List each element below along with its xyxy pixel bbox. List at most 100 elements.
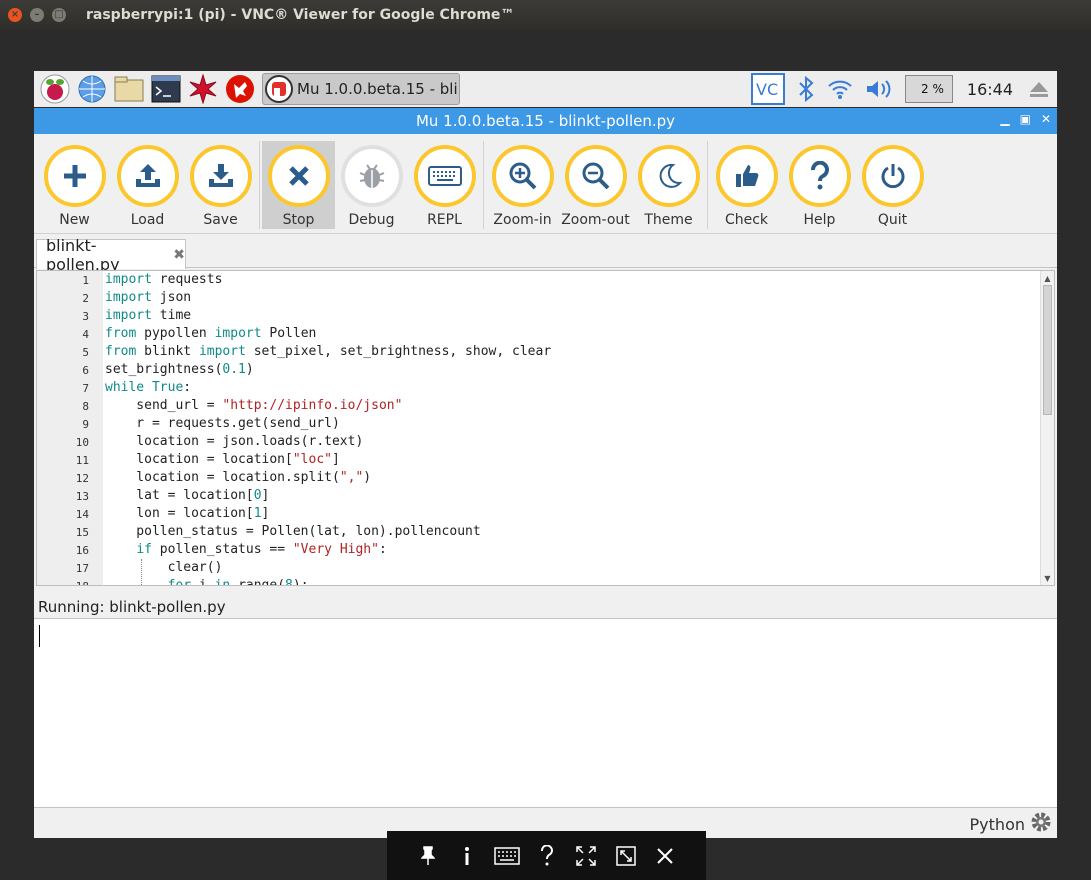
- theme-button[interactable]: Theme: [632, 141, 705, 229]
- check-label: Check: [724, 212, 769, 228]
- wifi-icon[interactable]: [827, 78, 853, 100]
- pane-splitter[interactable]: [34, 588, 1057, 594]
- info-icon[interactable]: [452, 846, 482, 866]
- mu-editor-window: Mu 1.0.0.beta.15 - blinkt-pollen.py ▁ ▣ …: [34, 108, 1057, 838]
- mode-label[interactable]: Python: [970, 815, 1025, 834]
- code-line: clear(): [105, 560, 223, 575]
- system-tray: VC 2 % 16:44: [745, 71, 1057, 107]
- svg-text:VC: VC: [756, 80, 778, 99]
- download-icon: [189, 145, 252, 207]
- code-line: while True:: [105, 380, 192, 395]
- save-button[interactable]: Save: [184, 141, 257, 229]
- fullscreen-icon[interactable]: [571, 845, 601, 866]
- mu-restore-button[interactable]: ▣: [1020, 112, 1031, 126]
- code-editor[interactable]: 1 2 3 4 5 6 7 8 9 10 11 12 13 14 15 16 1…: [36, 270, 1055, 586]
- line-number: 8: [82, 400, 89, 413]
- code-line: import requests: [105, 272, 223, 287]
- mu-title: Mu 1.0.0.beta.15 - blinkt-pollen.py: [415, 112, 676, 130]
- volume-icon[interactable]: [865, 78, 893, 100]
- mu-toolbar: New Load Save Stop Debug REPL Zoom-in Zo…: [34, 134, 1057, 234]
- code-line: location = json.loads(r.text): [105, 434, 364, 449]
- bug-icon: [340, 145, 403, 207]
- bluetooth-icon[interactable]: [797, 76, 815, 102]
- scale-icon[interactable]: [611, 845, 641, 866]
- line-number: 3: [82, 310, 89, 323]
- code-line: lat = location[0]: [105, 488, 270, 503]
- mu-close-button[interactable]: ✕: [1041, 112, 1051, 126]
- theme-label: Theme: [644, 212, 693, 228]
- toolbar-separator: [707, 141, 708, 229]
- window-maximize-button[interactable]: □: [52, 8, 66, 22]
- line-number: 17: [75, 562, 89, 575]
- toolbar-separator: [259, 141, 260, 229]
- mu-titlebar: Mu 1.0.0.beta.15 - blinkt-pollen.py ▁ ▣ …: [34, 108, 1057, 134]
- taskbar-mu-task[interactable]: Mu 1.0.0.beta.15 - bli...: [262, 73, 460, 105]
- stop-button[interactable]: Stop: [262, 141, 335, 229]
- thumbs-up-icon: [715, 145, 778, 207]
- repl-label: REPL: [427, 212, 462, 228]
- close-icon[interactable]: [650, 847, 680, 865]
- web-browser-icon[interactable]: [76, 73, 108, 105]
- repl-button[interactable]: REPL: [408, 141, 481, 229]
- keyboard-icon[interactable]: [492, 846, 522, 865]
- eject-icon[interactable]: [1029, 80, 1049, 98]
- line-number: 5: [82, 346, 89, 359]
- window-minimize-button[interactable]: –: [30, 8, 44, 22]
- vnc-server-icon[interactable]: VC: [750, 73, 785, 105]
- code-line: set_brightness(0.1): [105, 362, 254, 377]
- tab-close-icon[interactable]: ✖: [173, 247, 185, 263]
- wolfram-icon[interactable]: [224, 73, 256, 105]
- moon-icon: [637, 145, 700, 207]
- new-label: New: [59, 212, 90, 228]
- math-kernel-icon[interactable]: [187, 73, 219, 105]
- new-button[interactable]: New: [38, 141, 111, 229]
- line-number: 16: [75, 544, 89, 557]
- mu-minimize-button[interactable]: ▁: [1000, 112, 1009, 126]
- output-pane[interactable]: [34, 618, 1057, 808]
- line-number: 6: [82, 364, 89, 377]
- taskbar-mu-label: Mu 1.0.0.beta.15 - bli...: [297, 80, 460, 98]
- help-button[interactable]: Help: [783, 141, 856, 229]
- zoom-in-button[interactable]: Zoom-in: [486, 141, 559, 229]
- debug-button[interactable]: Debug: [335, 141, 408, 229]
- editor-scrollbar[interactable]: ▲ ▼: [1040, 271, 1054, 585]
- load-label: Load: [130, 212, 165, 228]
- line-number: 9: [82, 418, 89, 431]
- zoom-in-label: Zoom-in: [493, 212, 552, 228]
- tab-blinkt-pollen[interactable]: blinkt-pollen.py ✖: [36, 236, 186, 274]
- load-button[interactable]: Load: [111, 141, 184, 229]
- zoom-out-button[interactable]: Zoom-out: [559, 141, 632, 229]
- line-number: 1: [82, 274, 89, 287]
- window-close-button[interactable]: ×: [8, 8, 22, 22]
- raspberry-menu-icon[interactable]: [39, 73, 71, 105]
- cpu-monitor[interactable]: 2 %: [904, 75, 953, 103]
- line-number: 4: [82, 328, 89, 341]
- code-line: for i in range(8):: [167, 578, 309, 586]
- text-cursor: [39, 625, 40, 647]
- stop-label: Stop: [282, 212, 315, 228]
- code-line: send_url = "http://ipinfo.io/json": [105, 398, 403, 413]
- check-button[interactable]: Check: [710, 141, 783, 229]
- toolbar-separator: [483, 141, 484, 229]
- code-line: import time: [105, 308, 192, 323]
- upload-icon: [116, 145, 179, 207]
- scroll-thumb[interactable]: [1043, 285, 1052, 415]
- x-icon: [267, 145, 330, 207]
- quit-button[interactable]: Quit: [856, 141, 929, 229]
- pin-icon[interactable]: [413, 845, 443, 866]
- gear-icon[interactable]: [1029, 810, 1053, 838]
- scroll-up-icon[interactable]: ▲: [1041, 272, 1054, 284]
- line-number: 7: [82, 382, 89, 395]
- line-number: 14: [75, 508, 89, 521]
- running-label: Running: blinkt-pollen.py: [38, 598, 226, 616]
- help-icon[interactable]: [532, 844, 562, 867]
- quit-label: Quit: [877, 212, 908, 228]
- line-number: 11: [75, 454, 89, 467]
- code-line: location = location["loc"]: [105, 452, 340, 467]
- keyboard-icon: [413, 145, 476, 207]
- line-number: 2: [82, 292, 89, 305]
- file-manager-icon[interactable]: [113, 73, 145, 105]
- clock[interactable]: 16:44: [967, 80, 1013, 99]
- terminal-icon[interactable]: [150, 73, 182, 105]
- scroll-down-icon[interactable]: ▼: [1041, 572, 1054, 584]
